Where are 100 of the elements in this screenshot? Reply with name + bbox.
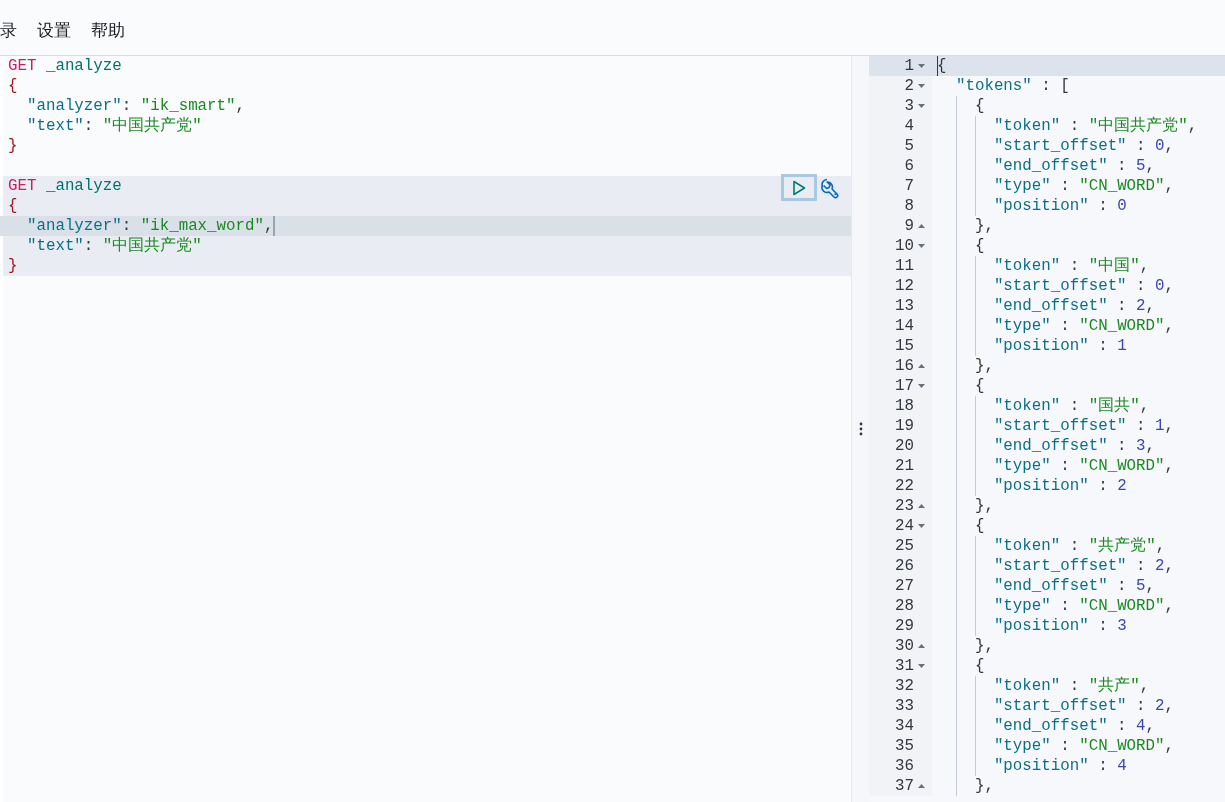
line-number: 34: [895, 716, 914, 736]
code-line: },: [973, 776, 994, 796]
code-line: "token" : "中国",: [992, 256, 1150, 276]
line-number: 17: [895, 376, 914, 396]
line-number: 21: [895, 456, 914, 476]
code-line: "position" : 2: [992, 476, 1127, 496]
code-line: {: [973, 96, 985, 116]
code-line: {: [973, 656, 985, 676]
code-line: {: [937, 56, 947, 76]
code-line: "analyzer": "ik_smart",: [25, 96, 245, 116]
code-line: "position" : 0: [992, 196, 1127, 216]
line-number: 7: [904, 176, 914, 196]
line-number: 15: [895, 336, 914, 356]
line-number: 27: [895, 576, 914, 596]
code-line: "analyzer": "ik_max_word",: [25, 216, 274, 236]
code-line: {: [973, 376, 985, 396]
menu-item[interactable]: 帮助: [91, 17, 125, 43]
line-number: 32: [895, 676, 914, 696]
fold-arrow-icon[interactable]: [917, 384, 925, 388]
line-number: 28: [895, 596, 914, 616]
line-number: 24: [895, 516, 914, 536]
line-number: 36: [895, 756, 914, 776]
fold-arrow-icon[interactable]: [917, 64, 925, 68]
code-line: "end_offset" : 3,: [992, 436, 1156, 456]
code-line: },: [973, 636, 994, 656]
line-number: 30: [895, 636, 914, 656]
line-number: 10: [895, 236, 914, 256]
code-line: "token" : "国共",: [992, 396, 1150, 416]
code-line: {: [973, 236, 985, 256]
line-number: 16: [895, 356, 914, 376]
fold-arrow-icon[interactable]: [917, 104, 925, 108]
menu-item[interactable]: 录: [0, 17, 17, 43]
code-line: }: [8, 256, 18, 276]
line-number: 19: [895, 416, 914, 436]
line-number: 13: [895, 296, 914, 316]
wrench-icon[interactable]: [819, 176, 841, 199]
line-number: 2: [904, 76, 914, 96]
code-line: {: [8, 196, 18, 216]
line-number: 37: [895, 776, 914, 796]
line-number: 33: [895, 696, 914, 716]
text-cursor: [273, 216, 276, 236]
code-line: "type" : "CN_WORD",: [992, 316, 1175, 336]
code-line: "type" : "CN_WORD",: [992, 176, 1175, 196]
fold-arrow-icon[interactable]: [917, 224, 925, 228]
fold-arrow-icon[interactable]: [917, 244, 925, 248]
code-line: "token" : "中国共产党",: [992, 116, 1198, 136]
code-line: "type" : "CN_WORD",: [992, 596, 1175, 616]
code-line: {: [973, 516, 985, 536]
code-line: "end_offset" : 5,: [992, 576, 1156, 596]
fold-arrow-icon[interactable]: [917, 664, 925, 668]
line-number: 5: [904, 136, 914, 156]
line-number: 29: [895, 616, 914, 636]
code-line: "start_offset" : 2,: [992, 696, 1174, 716]
play-icon: [792, 179, 806, 196]
code-line: "start_offset" : 2,: [992, 556, 1174, 576]
code-line: "position" : 1: [992, 336, 1127, 356]
code-line: GET _analyze: [8, 176, 122, 196]
line-number: 22: [895, 476, 914, 496]
fold-arrow-icon[interactable]: [917, 524, 925, 528]
code-line: "token" : "共产党",: [992, 536, 1166, 556]
code-line: {: [8, 76, 18, 96]
fold-arrow-icon[interactable]: [917, 84, 925, 88]
line-number: 35: [895, 736, 914, 756]
code-line: "end_offset" : 5,: [992, 156, 1156, 176]
line-number: 8: [904, 196, 914, 216]
code-line: "start_offset" : 0,: [992, 276, 1174, 296]
drag-handle-icon[interactable]: [858, 422, 863, 436]
line-number: 3: [904, 96, 914, 116]
line-number: 31: [895, 656, 914, 676]
fold-arrow-icon[interactable]: [917, 784, 925, 788]
line-number: 26: [895, 556, 914, 576]
code-line: "text": "中国共产党": [25, 236, 202, 256]
code-line: },: [973, 216, 994, 236]
code-line: "tokens" : [: [954, 76, 1070, 96]
code-line: "type" : "CN_WORD",: [992, 736, 1175, 756]
code-line: "token" : "共产",: [992, 676, 1150, 696]
code-line: }: [8, 136, 18, 156]
code-line: "end_offset" : 4,: [992, 716, 1156, 736]
code-line: "end_offset" : 2,: [992, 296, 1156, 316]
line-number: 25: [895, 536, 914, 556]
line-number: 18: [895, 396, 914, 416]
line-number: 9: [904, 216, 914, 236]
line-number: 4: [904, 116, 914, 136]
code-line: },: [973, 496, 994, 516]
line-number: 14: [895, 316, 914, 336]
fold-arrow-icon[interactable]: [917, 504, 925, 508]
fold-arrow-icon[interactable]: [917, 364, 925, 368]
line-number: 1: [904, 56, 914, 76]
run-button[interactable]: [781, 174, 817, 201]
code-line: GET _analyze: [8, 56, 122, 76]
line-number: 23: [895, 496, 914, 516]
code-line: "position" : 3: [992, 616, 1127, 636]
line-number: 11: [895, 256, 914, 276]
code-line: "start_offset" : 1,: [992, 416, 1174, 436]
line-number: 6: [904, 156, 914, 176]
fold-arrow-icon[interactable]: [917, 644, 925, 648]
menu-item[interactable]: 设置: [37, 17, 71, 43]
code-line: "type" : "CN_WORD",: [992, 456, 1175, 476]
line-number: 20: [895, 436, 914, 456]
code-line: "text": "中国共产党": [25, 116, 202, 136]
